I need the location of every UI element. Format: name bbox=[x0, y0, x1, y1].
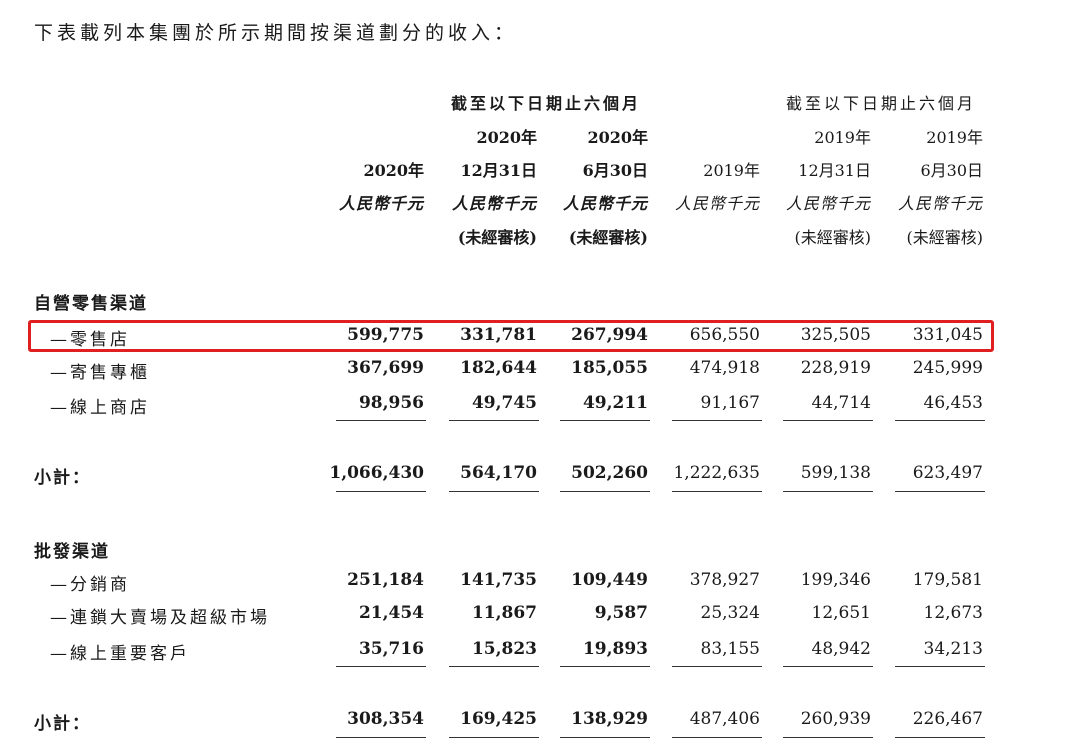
table-cell: 34,213 bbox=[923, 639, 983, 659]
subtotal-cell: 169,425 bbox=[460, 709, 537, 729]
table-cell: 11,867 bbox=[471, 603, 537, 623]
subtotal-cell: 487,406 bbox=[689, 709, 760, 729]
col1-date: 12月31日 bbox=[460, 161, 537, 180]
underline-rule bbox=[560, 737, 650, 738]
subtotal-cell: 308,354 bbox=[347, 709, 424, 729]
row-label: —線上商店 bbox=[50, 398, 150, 418]
underline-rule bbox=[336, 420, 426, 421]
subtotal-cell: 1,066,430 bbox=[329, 463, 424, 483]
subtotal-label: 小計： bbox=[34, 714, 91, 734]
table-cell: 109,449 bbox=[571, 570, 648, 590]
col0-year: 2020年 bbox=[363, 161, 424, 180]
table-cell: 49,211 bbox=[582, 393, 648, 413]
col2-audit: (未經審核) bbox=[568, 228, 648, 247]
section-title-wholesale: 批發渠道 bbox=[34, 542, 110, 562]
table-cell: 49,745 bbox=[471, 393, 537, 413]
header-span-2019: 截至以下日期止六個月 bbox=[785, 94, 976, 113]
table-cell: 44,714 bbox=[811, 393, 871, 413]
underline-rule bbox=[672, 737, 762, 738]
col2-year: 2020年 bbox=[587, 128, 648, 147]
underline-rule bbox=[449, 491, 539, 492]
col1-audit: (未經審核) bbox=[457, 228, 537, 247]
col3-year: 2019年 bbox=[703, 161, 760, 180]
underline-rule bbox=[672, 491, 762, 492]
underline-rule bbox=[449, 666, 539, 667]
table-cell: 46,453 bbox=[923, 393, 983, 413]
col1-currency: 人民幣千元 bbox=[451, 194, 537, 213]
table-cell: 251,184 bbox=[347, 570, 424, 590]
subtotal-cell: 226,467 bbox=[912, 709, 983, 729]
table-cell: 474,918 bbox=[689, 358, 760, 378]
row-label: —分銷商 bbox=[50, 575, 130, 595]
table-cell: 98,956 bbox=[358, 393, 424, 413]
underline-rule bbox=[336, 666, 426, 667]
underline-rule bbox=[336, 491, 426, 492]
table-cell: 245,999 bbox=[912, 358, 983, 378]
underline-rule bbox=[895, 737, 985, 738]
underline-rule bbox=[783, 737, 873, 738]
table-cell: 91,167 bbox=[700, 393, 760, 413]
table-cell: 9,587 bbox=[594, 603, 648, 623]
header-span-2020: 截至以下日期止六個月 bbox=[450, 94, 641, 113]
col0-currency: 人民幣千元 bbox=[338, 194, 424, 213]
col4-date: 12月31日 bbox=[798, 161, 871, 180]
underline-rule bbox=[672, 666, 762, 667]
row-label: —線上重要客戶 bbox=[50, 644, 190, 664]
underline-rule bbox=[783, 420, 873, 421]
table-cell: 199,346 bbox=[800, 570, 871, 590]
subtotal-cell: 599,138 bbox=[800, 463, 871, 483]
underline-rule bbox=[560, 420, 650, 421]
underline-rule bbox=[560, 491, 650, 492]
underline-rule bbox=[783, 491, 873, 492]
row-label: —寄售專櫃 bbox=[50, 363, 150, 383]
col4-currency: 人民幣千元 bbox=[785, 194, 871, 213]
table-cell: 12,651 bbox=[811, 603, 871, 623]
table-cell: 35,716 bbox=[358, 639, 424, 659]
table-cell: 182,644 bbox=[460, 358, 537, 378]
underline-rule bbox=[895, 420, 985, 421]
section-title-retail: 自營零售渠道 bbox=[34, 294, 148, 314]
underline-rule bbox=[783, 666, 873, 667]
underline-rule bbox=[336, 737, 426, 738]
table-cell: 378,927 bbox=[689, 570, 760, 590]
subtotal-cell: 260,939 bbox=[800, 709, 871, 729]
table-cell: 185,055 bbox=[571, 358, 648, 378]
subtotal-cell: 502,260 bbox=[571, 463, 648, 483]
subtotal-cell: 623,497 bbox=[912, 463, 983, 483]
row-highlight-box bbox=[28, 320, 994, 352]
table-cell: 25,324 bbox=[700, 603, 760, 623]
table-cell: 21,454 bbox=[358, 603, 424, 623]
subtotal-cell: 1,222,635 bbox=[673, 463, 760, 483]
underline-rule bbox=[449, 737, 539, 738]
col4-audit: (未經審核) bbox=[794, 228, 872, 247]
table-cell: 228,919 bbox=[800, 358, 871, 378]
underline-rule bbox=[560, 666, 650, 667]
table-cell: 141,735 bbox=[460, 570, 537, 590]
underline-rule bbox=[895, 666, 985, 667]
col5-year: 2019年 bbox=[926, 128, 983, 147]
table-cell: 179,581 bbox=[912, 570, 983, 590]
table-cell: 48,942 bbox=[811, 639, 871, 659]
col5-date: 6月30日 bbox=[920, 161, 983, 180]
col2-date: 6月30日 bbox=[582, 161, 648, 180]
col5-audit: (未經審核) bbox=[906, 228, 984, 247]
table-cell: 367,699 bbox=[347, 358, 424, 378]
table-cell: 15,823 bbox=[471, 639, 537, 659]
table-cell: 83,155 bbox=[700, 639, 760, 659]
row-label: —連鎖大賣場及超級市場 bbox=[50, 608, 270, 628]
underline-rule bbox=[895, 491, 985, 492]
table-cell: 12,673 bbox=[923, 603, 983, 623]
subtotal-label: 小計： bbox=[34, 468, 91, 488]
col1-year: 2020年 bbox=[476, 128, 537, 147]
table-cell: 19,893 bbox=[582, 639, 648, 659]
col5-currency: 人民幣千元 bbox=[897, 194, 983, 213]
underline-rule bbox=[672, 420, 762, 421]
col4-year: 2019年 bbox=[814, 128, 871, 147]
subtotal-cell: 138,929 bbox=[571, 709, 648, 729]
intro-text: 下表載列本集團於所示期間按渠道劃分的收入： bbox=[34, 22, 518, 44]
col2-currency: 人民幣千元 bbox=[562, 194, 648, 213]
subtotal-cell: 564,170 bbox=[460, 463, 537, 483]
col3-currency: 人民幣千元 bbox=[674, 194, 760, 213]
underline-rule bbox=[449, 420, 539, 421]
